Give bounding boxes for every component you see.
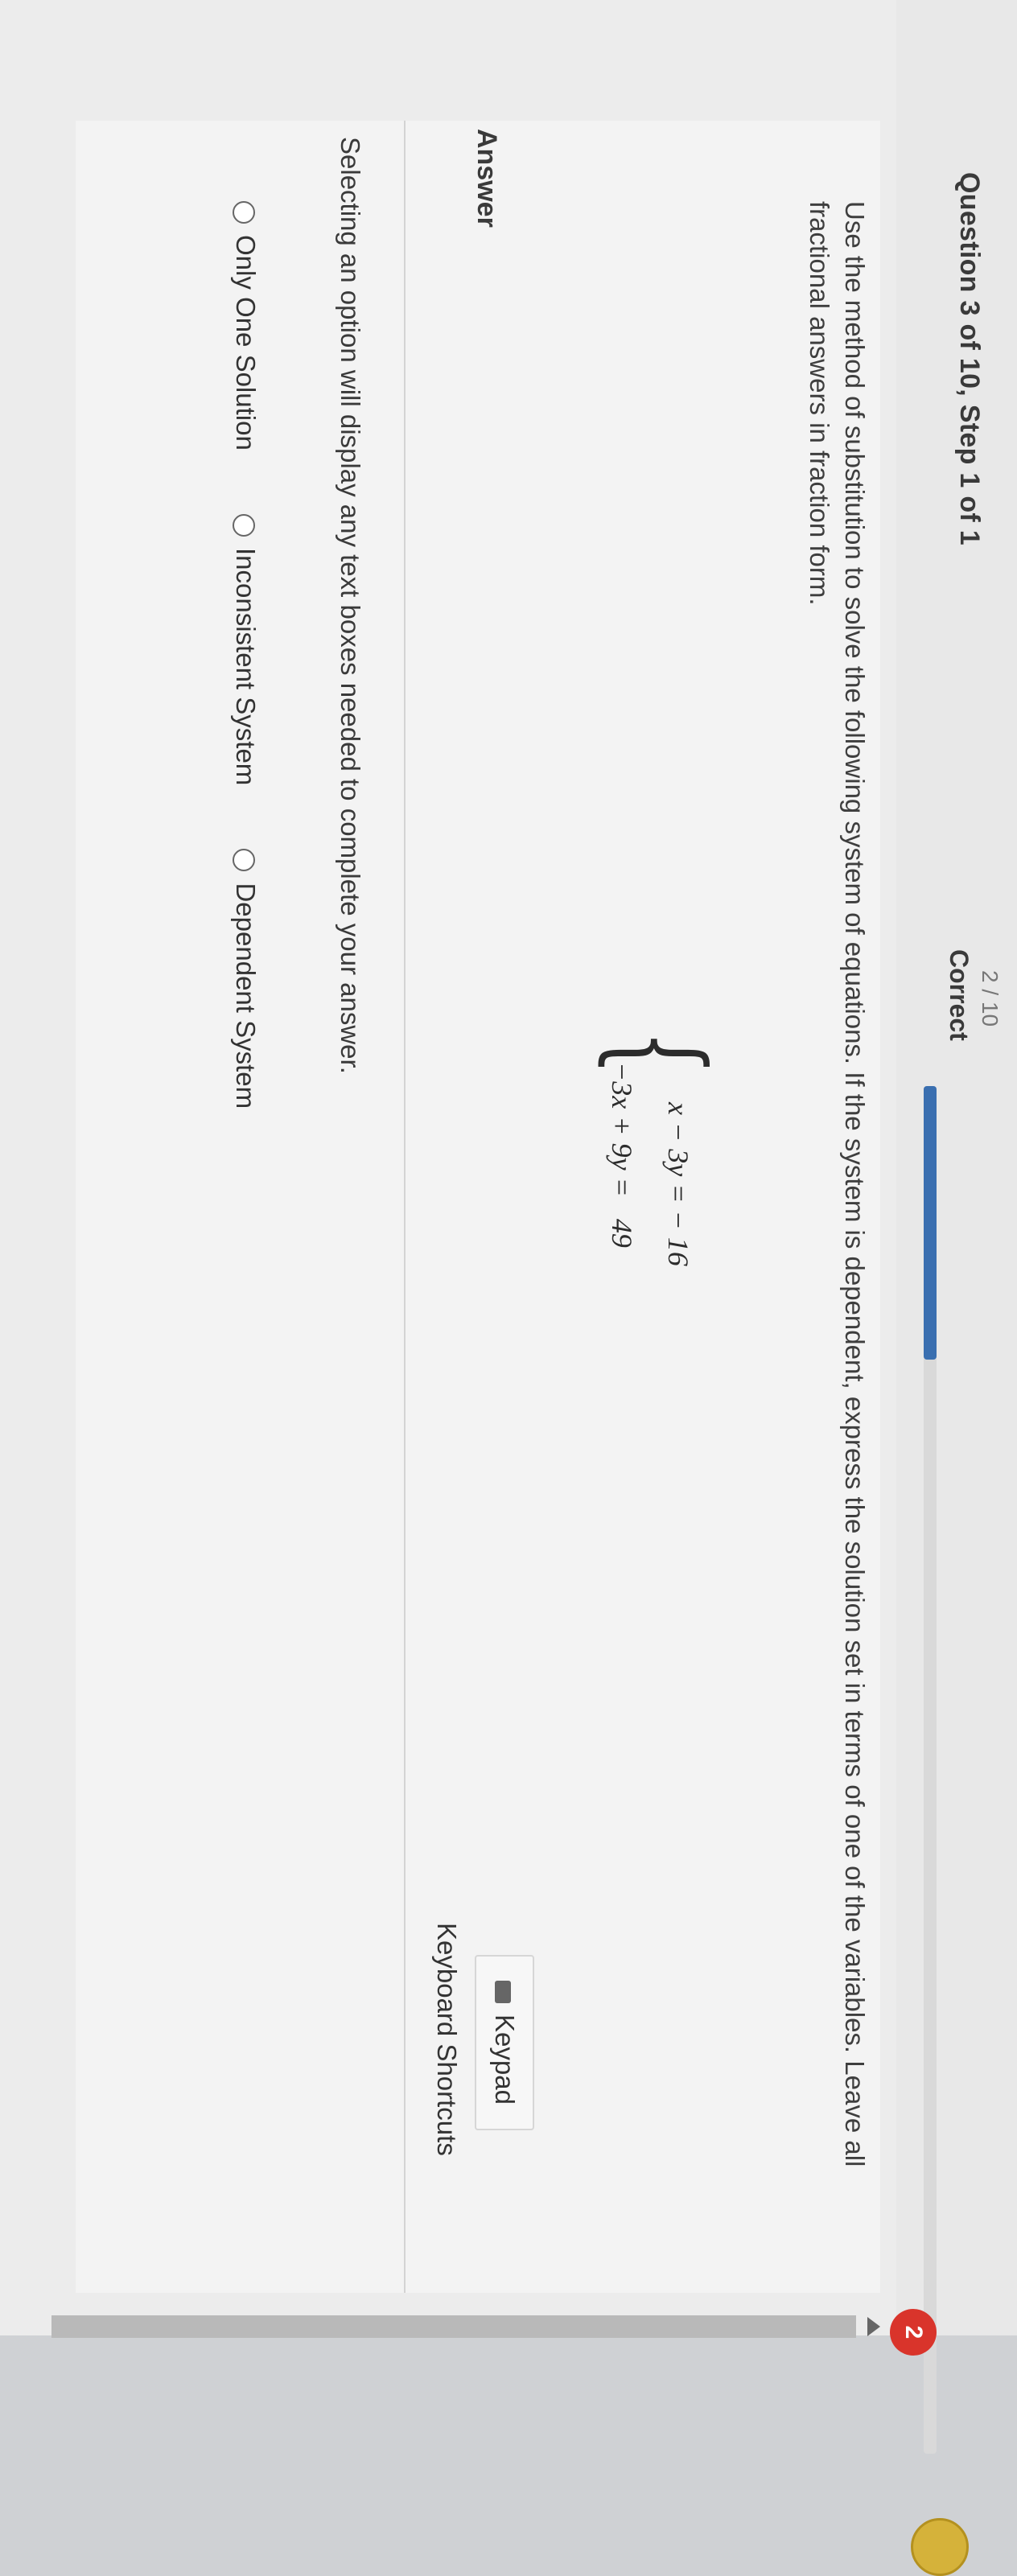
radio-dependent-system[interactable] [232,849,255,872]
header-bar: Question 3 of 10, Step 1 of 1 2 / 10 Cor… [890,0,1017,2576]
score-label: Correct [945,949,974,1041]
score-display: 2 / 10 Correct [944,949,1003,1110]
keypad-icon [494,1981,511,2003]
equation-system: { x − 3y = − 16 −3x + 9y = 49 [583,1030,729,1352]
option-label: Inconsistent System [231,548,261,786]
progress-fill [924,1086,937,1360]
coin-icon [911,2518,969,2576]
answer-options: Only One Solution Inconsistent System De… [230,201,261,1165]
question-instructions: Use the method of substitution to solve … [805,201,870,2167]
divider [404,121,406,2293]
score-fraction: 2 / 10 [978,970,1003,1027]
scrollbar[interactable] [51,2315,856,2338]
progress-bar [924,1086,937,2454]
answer-heading: Answer [471,129,502,228]
option-label: Only One Solution [231,235,261,451]
option-dependent-system[interactable]: Dependent System [230,849,261,1109]
radio-only-one-solution[interactable] [232,201,255,224]
equation-1: x − 3y = − 16 [662,1102,694,1266]
question-label: Question 3 of 10, Step 1 of 1 [954,172,985,546]
scroll-up-icon[interactable] [867,2317,880,2336]
option-inconsistent-system[interactable]: Inconsistent System [230,514,261,785]
keyboard-shortcuts-link[interactable]: Keyboard Shortcuts [431,1923,462,2156]
option-label: Dependent System [231,883,261,1109]
option-only-one-solution[interactable]: Only One Solution [230,201,261,451]
radio-inconsistent-system[interactable] [232,514,255,537]
stage: Question 3 of 10, Step 1 of 1 2 / 10 Cor… [0,0,1017,2576]
streak-badge: 2 [890,2309,937,2356]
answer-hint: Selecting an option will display any tex… [336,137,365,1074]
keypad-button[interactable]: Keypad [475,1955,534,2130]
equation-2: −3x + 9y = 49 [606,1062,638,1248]
keypad-label: Keypad [490,2014,520,2105]
